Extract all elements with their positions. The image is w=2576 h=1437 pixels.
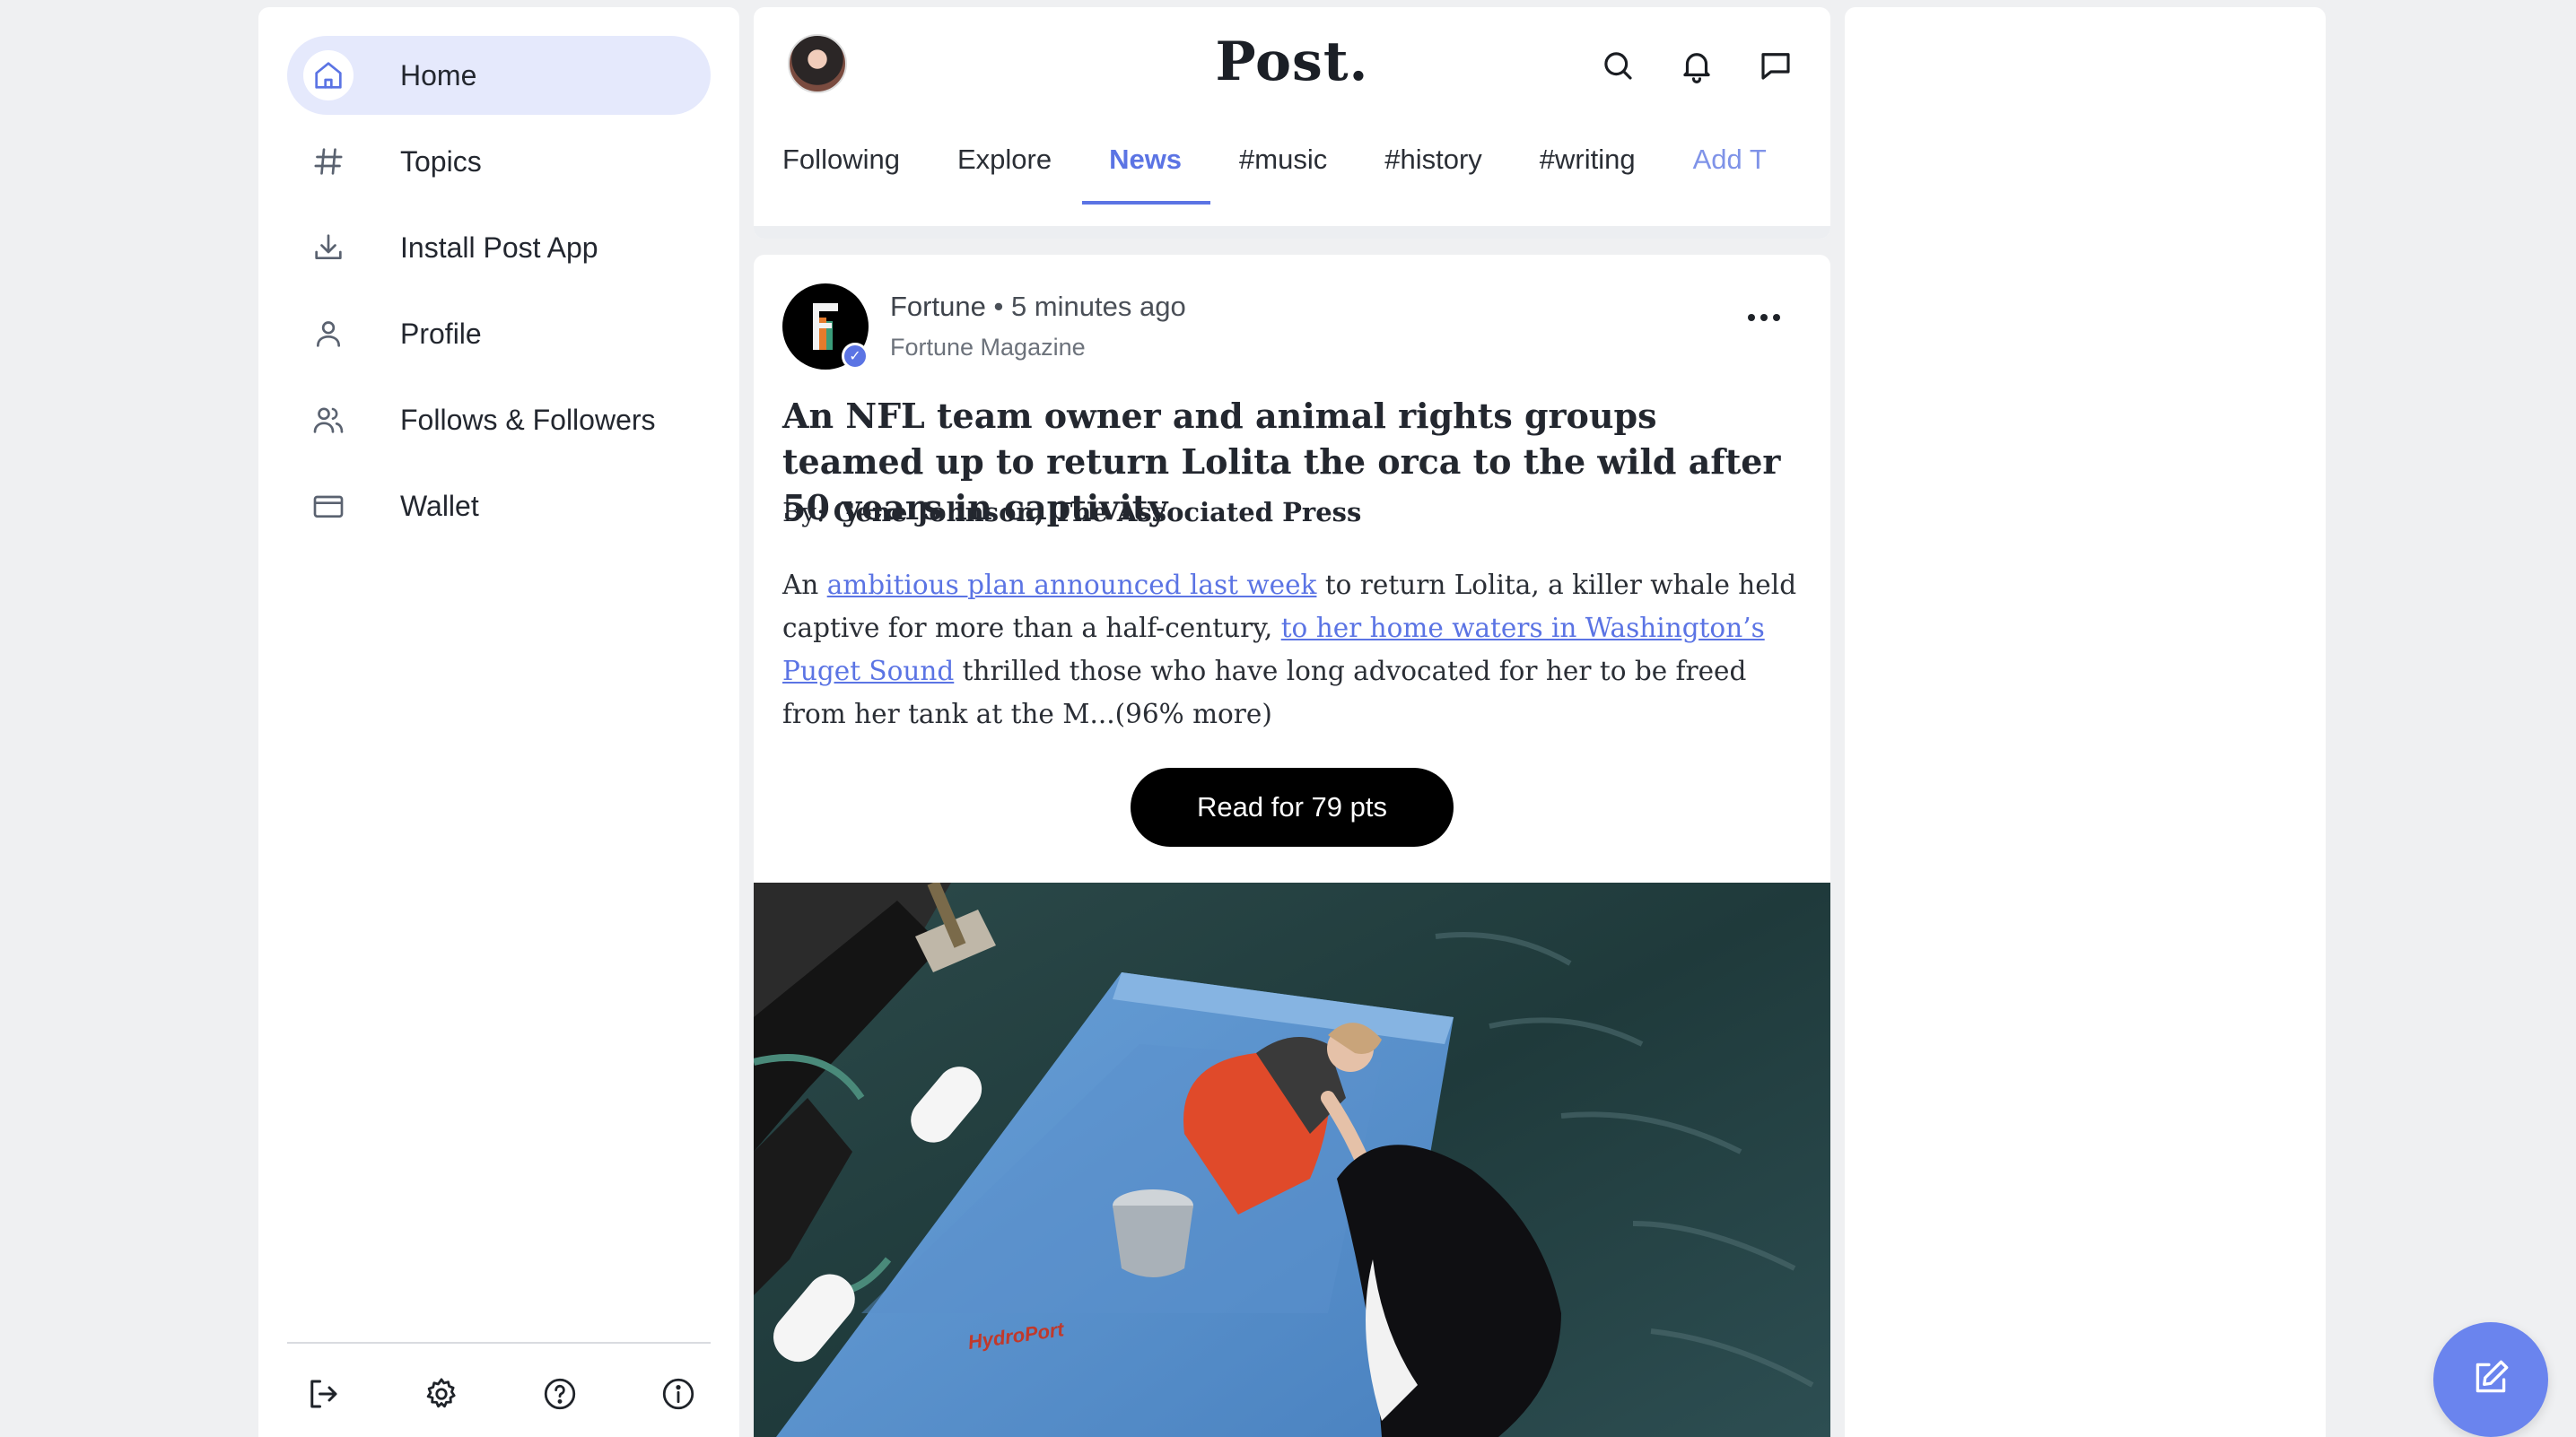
- read-for-points-button[interactable]: Read for 79 pts: [1131, 768, 1454, 847]
- sidebar-item-label: Topics: [400, 144, 482, 178]
- post-image[interactable]: HydroPort: [754, 883, 1830, 1437]
- info-icon[interactable]: [655, 1371, 702, 1417]
- sidebar: Home Topics Install Post App Profile Fol…: [258, 7, 739, 1437]
- tab-following[interactable]: Following: [782, 144, 900, 203]
- post-excerpt: An ambitious plan announced last week to…: [782, 563, 1805, 736]
- user-icon: [303, 309, 354, 359]
- tab-news[interactable]: News: [1082, 144, 1211, 205]
- hash-icon: [303, 136, 354, 187]
- compose-button[interactable]: [2433, 1322, 2548, 1437]
- publisher-name[interactable]: Fortune: [890, 291, 986, 322]
- post-timestamp: 5 minutes ago: [1010, 291, 1186, 322]
- sidebar-item-label: Install Post App: [400, 231, 598, 264]
- sidebar-item-topics[interactable]: Topics: [287, 122, 711, 201]
- feed-header: Post. Following Explore News #music #his…: [754, 7, 1830, 239]
- publisher-subtitle: Fortune Magazine: [890, 334, 1086, 361]
- post-card: ✓ Fortune • 5 minutes ago Fortune Magazi…: [754, 255, 1830, 1437]
- tabs-divider: [754, 226, 1830, 239]
- sidebar-item-label: Follows & Followers: [400, 403, 656, 436]
- settings-icon[interactable]: [418, 1371, 465, 1417]
- more-options-icon[interactable]: [1748, 309, 1784, 327]
- help-icon[interactable]: [537, 1371, 583, 1417]
- sidebar-divider: [287, 1342, 711, 1344]
- wallet-icon: [303, 481, 354, 531]
- verified-badge-icon: ✓: [842, 343, 869, 370]
- compose-icon: [2468, 1355, 2513, 1405]
- users-icon: [303, 395, 354, 445]
- sidebar-item-follows[interactable]: Follows & Followers: [287, 380, 711, 459]
- byline-author: Gene Johnson, The Associated Press: [833, 497, 1362, 527]
- excerpt-link-plan[interactable]: ambitious plan announced last week: [827, 570, 1317, 600]
- tab-explore[interactable]: Explore: [957, 144, 1052, 203]
- sidebar-item-label: Home: [400, 58, 477, 91]
- meta-separator: •: [993, 291, 1004, 322]
- tab-writing[interactable]: #writing: [1540, 144, 1636, 203]
- byline-prefix: By:: [782, 497, 825, 527]
- fortune-logo-icon: [813, 303, 838, 350]
- excerpt-text: An: [782, 570, 827, 600]
- sidebar-item-profile[interactable]: Profile: [287, 294, 711, 373]
- message-icon[interactable]: [1757, 47, 1794, 84]
- sidebar-footer: [287, 1371, 711, 1417]
- sidebar-item-label: Profile: [400, 317, 482, 350]
- feed-tabs: Following Explore News #music #history #…: [782, 144, 1824, 205]
- tab-music[interactable]: #music: [1239, 144, 1327, 203]
- search-icon[interactable]: [1599, 47, 1637, 84]
- sidebar-item-install-app[interactable]: Install Post App: [287, 208, 711, 287]
- sidebar-item-home[interactable]: Home: [287, 36, 711, 115]
- bell-icon[interactable]: [1678, 47, 1716, 84]
- tab-add-topic[interactable]: Add T: [1693, 144, 1767, 203]
- logout-icon[interactable]: [300, 1371, 346, 1417]
- sidebar-item-label: Wallet: [400, 489, 479, 522]
- header-actions: [1599, 47, 1794, 84]
- post-meta: Fortune • 5 minutes ago: [890, 291, 1186, 323]
- post-byline: By: Gene Johnson, The Associated Press: [782, 497, 1361, 527]
- right-sidebar: [1845, 7, 2326, 1437]
- tab-history[interactable]: #history: [1384, 144, 1482, 203]
- sidebar-item-wallet[interactable]: Wallet: [287, 466, 711, 545]
- home-icon: [303, 50, 354, 100]
- download-icon: [303, 222, 354, 273]
- sidebar-nav: Home Topics Install Post App Profile Fol…: [287, 36, 711, 553]
